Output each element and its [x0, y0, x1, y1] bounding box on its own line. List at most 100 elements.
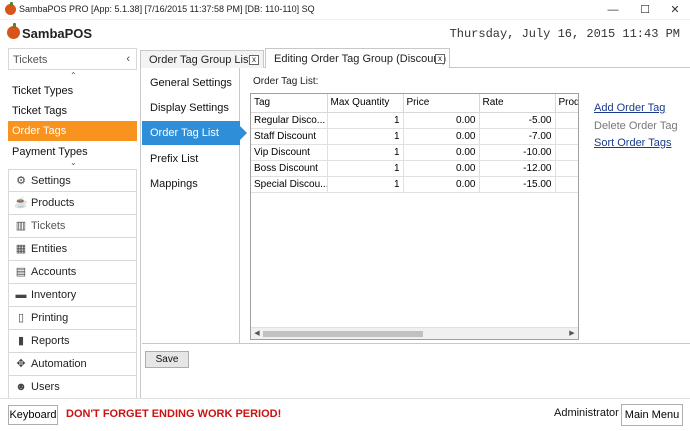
cell-product[interactable] — [555, 176, 578, 193]
cell-max-quantity[interactable]: 1 — [327, 176, 404, 193]
gear-icon: ⚙ — [16, 175, 26, 187]
table-row[interactable]: Special Discou... 1 0.00 -15.00 — [251, 176, 578, 193]
cell-product[interactable] — [555, 144, 578, 161]
cell-tag[interactable]: Boss Discount — [251, 160, 328, 177]
table-row[interactable]: Staff Discount 1 0.00 -7.00 — [251, 128, 578, 145]
cell-max-quantity[interactable]: 1 — [327, 144, 404, 161]
sidebar-item-automation[interactable]: ✥ Automation — [8, 353, 137, 376]
column-header-rate[interactable]: Rate — [479, 94, 556, 113]
sidebar-item-order-tags[interactable]: Order Tags — [8, 121, 137, 141]
cell-price[interactable]: 0.00 — [403, 160, 480, 177]
sidebar-item-tickets[interactable]: ▥ Tickets — [8, 215, 137, 238]
minimize-button[interactable]: — — [602, 2, 624, 18]
add-order-tag-link[interactable]: Add Order Tag — [594, 102, 665, 114]
nav-display-settings[interactable]: Display Settings — [142, 96, 240, 120]
truck-icon: ▬ — [15, 289, 27, 301]
sidebar-item-label: Printing — [31, 312, 69, 324]
main-menu-button[interactable]: Main Menu — [621, 404, 683, 426]
cell-max-quantity[interactable]: 1 — [327, 160, 404, 177]
cell-max-quantity[interactable]: 1 — [327, 128, 404, 145]
scroll-up-icon[interactable]: ⌃ — [70, 71, 77, 80]
scroll-left-icon[interactable]: ◀ — [252, 329, 262, 339]
order-tag-list-label: Order Tag List: — [253, 76, 319, 87]
tab-label: Editing Order Tag Group (Discount) — [274, 53, 447, 65]
order-tag-table: Tag Max Quantity Price Rate Prod Regular… — [251, 94, 578, 193]
sidebar-item-settings[interactable]: ⚙ Settings — [8, 169, 137, 192]
window-title: SambaPOS PRO [App: 5.1.38] [7/16/2015 11… — [19, 4, 315, 14]
cell-price[interactable]: 0.00 — [403, 144, 480, 161]
sidebar-item-label: Settings — [31, 175, 71, 187]
cell-product[interactable] — [555, 160, 578, 177]
sidebar-item-label: Ticket Tags — [12, 105, 68, 117]
column-header-product[interactable]: Prod — [555, 94, 578, 113]
logged-in-user: Administrator — [554, 407, 619, 419]
cell-rate[interactable]: -15.00 — [479, 176, 556, 193]
sidebar: Tickets ‹ ⌃ Ticket Types Ticket Tags Ord… — [8, 48, 137, 399]
sidebar-item-label: Users — [31, 381, 60, 393]
sidebar-item-products[interactable]: ☕ Products — [8, 192, 137, 215]
cell-tag[interactable]: Special Discou... — [251, 176, 328, 193]
nav-general-settings[interactable]: General Settings — [142, 71, 240, 95]
nav-order-tag-list[interactable]: Order Tag List — [142, 121, 247, 145]
scroll-down-icon[interactable]: ⌄ — [70, 158, 77, 167]
column-header-max-quantity[interactable]: Max Quantity — [327, 94, 404, 113]
column-header-tag[interactable]: Tag — [251, 94, 328, 113]
cell-price[interactable]: 0.00 — [403, 176, 480, 193]
table-row[interactable]: Boss Discount 1 0.00 -12.00 — [251, 160, 578, 177]
close-tab-icon[interactable]: x — [249, 55, 259, 65]
document-tabs: Order Tag Group List x Editing Order Tag… — [140, 48, 690, 68]
nav-item-label: General Settings — [150, 77, 232, 89]
sidebar-item-reports[interactable]: ▮ Reports — [8, 330, 137, 353]
tab-editing-order-tag-group[interactable]: Editing Order Tag Group (Discount) x — [265, 48, 450, 68]
sidebar-item-printing[interactable]: ▯ Printing — [8, 307, 137, 330]
cell-price[interactable]: 0.00 — [403, 128, 480, 145]
app-logo-icon — [5, 2, 16, 15]
sidebar-item-label: Order Tags — [12, 125, 67, 137]
horizontal-scrollbar[interactable]: ◀ ▶ — [251, 327, 578, 339]
tab-order-tag-group-list[interactable]: Order Tag Group List x — [140, 50, 264, 68]
sidebar-item-label: Payment Types — [12, 146, 88, 158]
cell-tag[interactable]: Vip Discount — [251, 144, 328, 161]
cell-tag[interactable]: Staff Discount — [251, 128, 328, 145]
save-button[interactable]: Save — [145, 351, 189, 368]
sort-order-tags-link[interactable]: Sort Order Tags — [594, 137, 671, 149]
sidebar-item-label: Ticket Types — [12, 85, 74, 97]
cell-max-quantity[interactable]: 1 — [327, 112, 404, 129]
cell-product[interactable] — [555, 128, 578, 145]
scrollbar-thumb[interactable] — [263, 331, 423, 337]
close-window-button[interactable]: ✕ — [664, 2, 686, 18]
cell-product[interactable] — [555, 112, 578, 129]
cell-rate[interactable]: -7.00 — [479, 128, 556, 145]
cell-rate[interactable]: -5.00 — [479, 112, 556, 129]
scroll-right-icon[interactable]: ▶ — [567, 329, 577, 339]
current-datetime: Thursday, July 16, 2015 11:43 PM — [449, 27, 680, 41]
calculator-icon: ▤ — [15, 266, 27, 278]
sidebar-item-label: Products — [31, 197, 75, 209]
delete-order-tag-link[interactable]: Delete Order Tag — [594, 120, 678, 132]
nav-mappings[interactable]: Mappings — [142, 172, 240, 196]
cell-rate[interactable]: -10.00 — [479, 144, 556, 161]
cell-tag[interactable]: Regular Disco... — [251, 112, 328, 129]
keyboard-button[interactable]: Keyboard — [8, 405, 58, 425]
cell-price[interactable]: 0.00 — [403, 112, 480, 129]
cell-rate[interactable]: -12.00 — [479, 160, 556, 177]
coffee-cup-icon: ☕ — [14, 197, 28, 209]
sidebar-item-accounts[interactable]: ▤ Accounts — [8, 261, 137, 284]
sidebar-item-ticket-tags[interactable]: Ticket Tags — [8, 101, 137, 121]
table-row[interactable]: Vip Discount 1 0.00 -10.00 — [251, 144, 578, 161]
sidebar-item-entities[interactable]: ▦ Entities — [8, 238, 137, 261]
close-tab-icon[interactable]: x — [435, 54, 445, 64]
nav-prefix-list[interactable]: Prefix List — [142, 147, 240, 171]
collapse-chevron-icon[interactable]: ‹ — [126, 53, 130, 65]
sidebar-item-users[interactable]: ☻ Users — [8, 376, 137, 399]
app-header: SambaPOS Thursday, July 16, 2015 11:43 P… — [0, 20, 690, 48]
sidebar-item-inventory[interactable]: ▬ Inventory — [8, 284, 137, 307]
sidebar-item-ticket-types[interactable]: Ticket Types — [8, 81, 137, 101]
order-tag-grid[interactable]: Tag Max Quantity Price Rate Prod Regular… — [250, 93, 579, 340]
maximize-button[interactable]: ☐ — [634, 2, 656, 18]
column-header-price[interactable]: Price — [403, 94, 480, 113]
sidebar-item-label: Reports — [31, 335, 70, 347]
sidebar-section-title: Tickets — [13, 54, 48, 66]
table-row[interactable]: Regular Disco... 1 0.00 -5.00 — [251, 112, 578, 129]
sidebar-section-tickets[interactable]: Tickets ‹ — [8, 48, 137, 70]
